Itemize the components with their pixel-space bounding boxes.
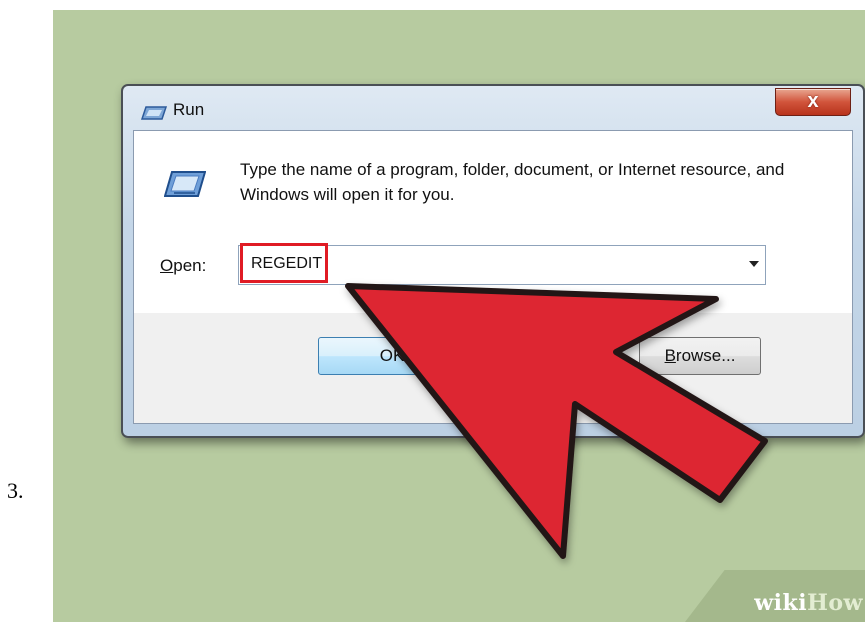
illustration: Run x Type the name of a program, folder… <box>53 10 865 622</box>
step-number: 3. <box>7 478 24 503</box>
watermark-how: How <box>807 590 863 616</box>
watermark-wiki: wiki <box>754 590 808 616</box>
pointer-arrow <box>345 283 768 559</box>
arrow-shape <box>345 283 768 559</box>
